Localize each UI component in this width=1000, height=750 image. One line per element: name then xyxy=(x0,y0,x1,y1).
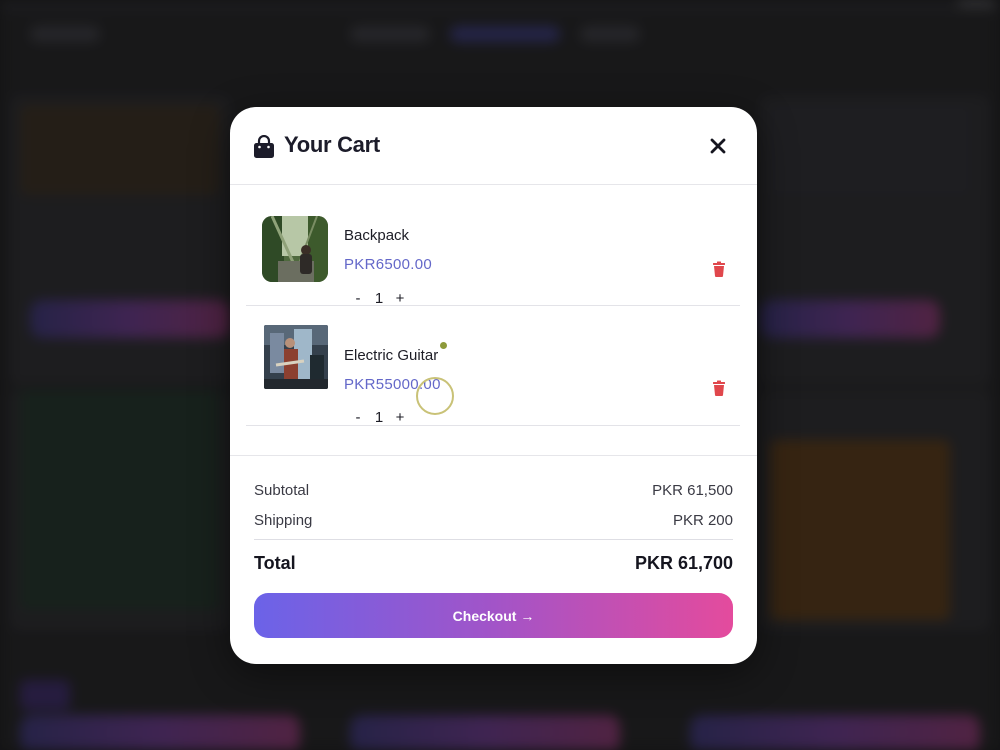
quantity-stepper: - 1 + xyxy=(352,288,406,308)
item-name: Backpack xyxy=(344,227,410,244)
shipping-label: Shipping xyxy=(254,512,313,529)
subtotal-label: Subtotal xyxy=(254,482,310,499)
quantity-stepper: - 1 + xyxy=(352,407,406,427)
quantity-value: 1 xyxy=(374,289,384,307)
total-label: Total xyxy=(254,553,296,573)
shopping-bag-icon xyxy=(254,135,274,158)
item-price: PKR55000.00 xyxy=(344,376,441,393)
cart-item: Backpack PKR6500.00 - 1 + xyxy=(246,186,740,308)
backpack-image xyxy=(262,216,328,282)
cart-title: Your Cart xyxy=(284,132,380,157)
subtotal-row: Subtotal PKR 61,500 xyxy=(254,482,733,499)
shipping-row: Shipping PKR 200 xyxy=(254,512,733,529)
trash-icon[interactable] xyxy=(712,261,726,277)
increment-button[interactable]: + xyxy=(394,290,406,307)
total-row: Total PKR 61,700 xyxy=(254,553,733,574)
cart-items-list: Backpack PKR6500.00 - 1 + Electric Guita… xyxy=(246,186,740,556)
cart-item: Electric Guitar PKR55000.00 - 1 + xyxy=(246,307,740,426)
item-price: PKR6500.00 xyxy=(344,256,433,273)
decrement-button[interactable]: - xyxy=(352,409,364,426)
shipping-value: PKR 200 xyxy=(672,512,733,529)
summary-divider xyxy=(230,455,757,456)
increment-button[interactable]: + xyxy=(394,409,406,426)
total-value: PKR 61,700 xyxy=(634,553,733,573)
checkout-button[interactable]: Checkout → xyxy=(254,593,733,638)
item-name: Electric Guitar xyxy=(344,347,439,364)
decrement-button[interactable]: - xyxy=(352,290,364,307)
trash-icon[interactable] xyxy=(712,380,726,396)
cart-header: Your Cart xyxy=(230,107,757,185)
electric-guitar-image xyxy=(264,325,328,389)
total-divider xyxy=(254,539,733,540)
subtotal-value: PKR 61,500 xyxy=(652,482,733,499)
close-icon[interactable] xyxy=(707,135,729,157)
cart-modal: Your Cart Backpack PKR6500.00 - 1 + Elec… xyxy=(230,107,757,664)
quantity-value: 1 xyxy=(374,408,384,426)
